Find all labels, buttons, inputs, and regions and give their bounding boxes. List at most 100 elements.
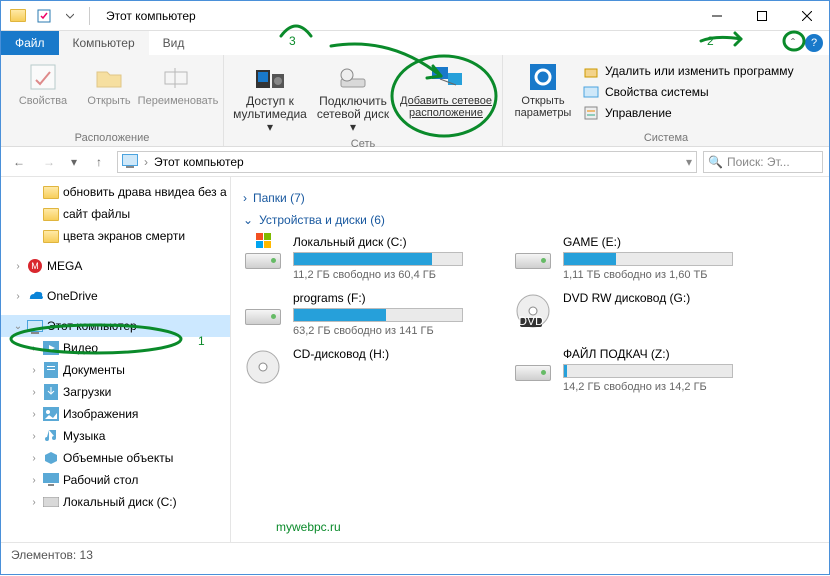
device-item[interactable]: Локальный диск (C:) 11,2 ГБ свободно из … <box>243 235 493 281</box>
expand-icon[interactable]: › <box>29 365 39 376</box>
tab-file[interactable]: Файл <box>1 31 59 55</box>
dropdown-icon: ▾ <box>350 120 356 134</box>
expand-icon[interactable]: › <box>29 497 39 508</box>
address-bar: ← → ▾ ↑ › Этот компьютер ▾ 🔍 Поиск: Эт..… <box>1 147 829 177</box>
expand-icon[interactable]: ⌄ <box>13 321 23 332</box>
expand-icon[interactable]: › <box>13 291 23 302</box>
ribbon-group-network: Доступ к мультимедиа ▾ Подключить сетево… <box>224 55 503 146</box>
tree-item[interactable]: ›Музыка <box>1 425 230 447</box>
device-name: CD-дисковод (H:) <box>293 347 493 361</box>
tree-item[interactable]: обновить драва нвидеа без а <box>1 181 230 203</box>
open-icon <box>93 61 125 93</box>
map-drive-button[interactable]: Подключить сетевой диск ▾ <box>312 59 394 136</box>
tree-item[interactable]: ›Документы <box>1 359 230 381</box>
dropdown-icon: ▾ <box>267 120 273 134</box>
device-item[interactable]: programs (F:) 63,2 ГБ свободно из 141 ГБ <box>243 291 493 337</box>
tree-item-icon <box>43 184 59 200</box>
tree-item[interactable]: › Локальный диск (C:) <box>1 491 230 513</box>
folders-section-header[interactable]: ›Папки (7) <box>243 191 817 205</box>
tab-view[interactable]: Вид <box>149 31 199 55</box>
expand-icon[interactable]: › <box>29 453 39 464</box>
device-free: 11,2 ГБ свободно из 60,4 ГБ <box>293 269 493 281</box>
tree-item-icon <box>27 288 43 304</box>
device-name: ФАЙЛ ПОДКАЧ (Z:) <box>563 347 763 361</box>
sysprops-icon <box>583 84 599 100</box>
search-input[interactable]: 🔍 Поиск: Эт... <box>703 151 823 173</box>
expand-icon[interactable]: › <box>29 475 39 486</box>
add-network-location-button[interactable]: Добавить сетевое расположение <box>396 59 496 121</box>
devices-section-header[interactable]: ⌄Устройства и диски (6) <box>243 213 817 227</box>
tree-item-label: Изображения <box>63 407 138 421</box>
qat-properties-icon[interactable] <box>33 5 55 27</box>
drive-icon <box>513 235 553 275</box>
tree-item[interactable]: ›Видео <box>1 337 230 359</box>
tree-item[interactable]: › Изображения <box>1 403 230 425</box>
manage-button[interactable]: Управление <box>579 103 798 123</box>
map-drive-icon <box>337 61 369 93</box>
drive-icon: DVD <box>513 291 553 331</box>
tree-item-label: Локальный диск (C:) <box>63 495 177 509</box>
tree-item-label: Загрузки <box>63 385 111 399</box>
svg-text:DVD: DVD <box>518 314 544 328</box>
tree-item-icon: M <box>27 258 43 274</box>
system-properties-button[interactable]: Свойства системы <box>579 82 798 102</box>
ribbon-group-location: Свойства Открыть Переименовать Расположе… <box>1 55 224 146</box>
tree-item[interactable]: ⌄Этот компьютер <box>1 315 230 337</box>
settings-icon <box>527 61 559 93</box>
expand-icon[interactable]: › <box>29 431 39 442</box>
recent-dropdown[interactable]: ▾ <box>67 150 81 174</box>
open-settings-button[interactable]: Открыть параметры <box>509 59 577 121</box>
tab-computer[interactable]: Компьютер <box>59 31 149 55</box>
uninstall-button[interactable]: Удалить или изменить программу <box>579 61 798 81</box>
titlebar: Этот компьютер <box>1 1 829 31</box>
nav-tree[interactable]: обновить драва нвидеа без а сайт файлы цве… <box>1 177 231 542</box>
device-item[interactable]: GAME (E:) 1,11 ТБ свободно из 1,60 ТБ <box>513 235 763 281</box>
open-button[interactable]: Открыть <box>81 59 137 109</box>
help-button[interactable]: ? <box>805 34 823 52</box>
up-button[interactable]: ↑ <box>87 150 111 174</box>
qat-dropdown-icon[interactable] <box>59 5 81 27</box>
maximize-button[interactable] <box>739 1 784 31</box>
tree-item[interactable]: цвета экранов смерти <box>1 225 230 247</box>
capacity-bar <box>563 364 733 378</box>
ribbon-collapse-icon[interactable]: ˆ <box>785 35 801 51</box>
rename-button[interactable]: Переименовать <box>139 59 217 109</box>
tree-item[interactable]: ›OneDrive <box>1 285 230 307</box>
expand-icon[interactable]: › <box>29 343 39 354</box>
tree-item-icon <box>43 428 59 444</box>
properties-icon <box>27 61 59 93</box>
tree-item-label: Рабочий стол <box>63 473 138 487</box>
close-button[interactable] <box>784 1 829 31</box>
tree-item-icon <box>43 472 59 488</box>
device-item[interactable]: DVD DVD RW дисковод (G:) <box>513 291 763 337</box>
capacity-bar <box>293 252 463 266</box>
tree-item[interactable]: сайт файлы <box>1 203 230 225</box>
device-name: DVD RW дисковод (G:) <box>563 291 763 305</box>
capacity-bar <box>293 308 463 322</box>
tree-item[interactable]: ›MMEGA <box>1 255 230 277</box>
properties-button[interactable]: Свойства <box>7 59 79 109</box>
media-access-button[interactable]: Доступ к мультимедиа ▾ <box>230 59 310 136</box>
device-name: programs (F:) <box>293 291 493 305</box>
search-icon: 🔍 <box>708 155 723 169</box>
drive-icon <box>243 347 283 387</box>
tree-item[interactable]: ›Объемные объекты <box>1 447 230 469</box>
tree-item-label: обновить драва нвидеа без а <box>63 185 227 199</box>
tree-item[interactable]: › Рабочий стол <box>1 469 230 491</box>
back-button[interactable]: ← <box>7 150 31 174</box>
uninstall-icon <box>583 63 599 79</box>
device-item[interactable]: ФАЙЛ ПОДКАЧ (Z:) 14,2 ГБ свободно из 14,… <box>513 347 763 393</box>
expand-icon[interactable]: › <box>13 261 23 272</box>
forward-button[interactable]: → <box>37 150 61 174</box>
tree-item-icon <box>43 494 59 510</box>
expand-icon[interactable]: › <box>29 387 39 398</box>
expand-icon[interactable]: › <box>29 409 39 420</box>
tree-item[interactable]: › Загрузки <box>1 381 230 403</box>
minimize-button[interactable] <box>694 1 739 31</box>
device-free: 1,11 ТБ свободно из 1,60 ТБ <box>563 269 763 281</box>
tree-item-label: сайт файлы <box>63 207 130 221</box>
device-item[interactable]: CD-дисковод (H:) <box>243 347 493 393</box>
content-pane: ›Папки (7) ⌄Устройства и диски (6) Локал… <box>231 177 829 542</box>
add-location-icon <box>430 61 462 93</box>
breadcrumb[interactable]: › Этот компьютер ▾ <box>117 151 697 173</box>
